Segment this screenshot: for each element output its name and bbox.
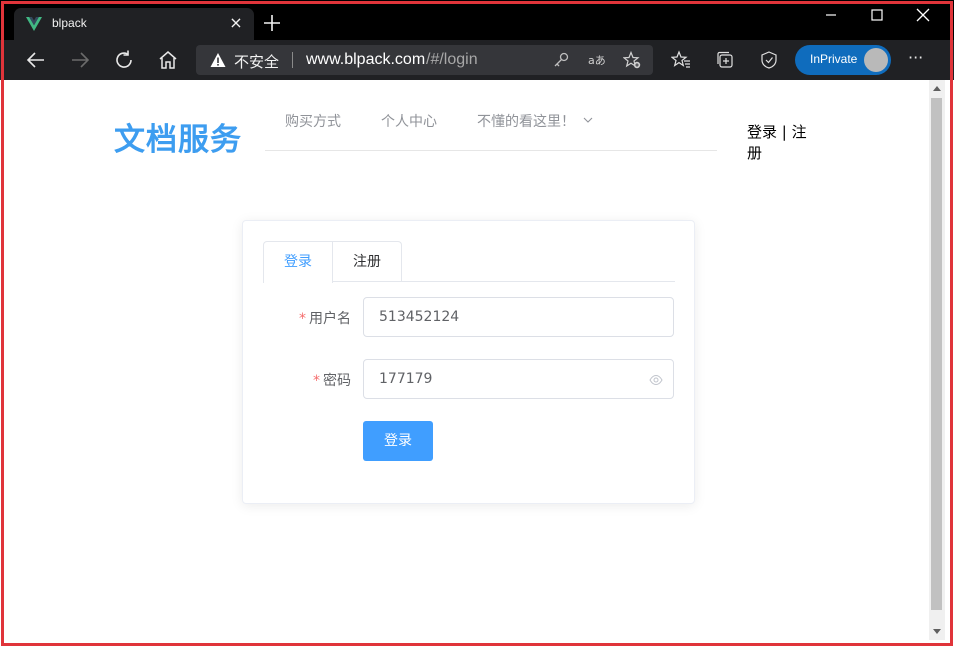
minimize-icon[interactable] (816, 4, 846, 28)
maximize-icon[interactable] (862, 4, 892, 28)
address-divider (292, 52, 293, 68)
auth-links[interactable]: 登录 | 注册 (747, 122, 817, 164)
browser-tab[interactable]: blpack × (14, 8, 254, 40)
show-password-eye-icon[interactable] (649, 374, 663, 386)
tab-close-icon[interactable]: × (227, 14, 245, 32)
url-host: www.blpack.com (306, 51, 426, 68)
inprivate-button[interactable]: InPrivate (795, 45, 891, 75)
refresh-icon[interactable] (112, 48, 136, 72)
key-icon[interactable] (552, 51, 570, 69)
profile-avatar (864, 48, 888, 72)
page-scrollbar[interactable] (929, 80, 945, 640)
collections-icon[interactable] (715, 50, 735, 70)
nav-item-help[interactable]: 不懂的看这里！ (477, 111, 575, 131)
password-value: 177179 (379, 371, 433, 387)
username-label-text: 用户名 (309, 311, 351, 327)
svg-text:aあ: aあ (588, 54, 605, 67)
username-value: 513452124 (379, 309, 460, 325)
home-icon[interactable] (156, 48, 180, 72)
add-favorite-icon[interactable] (623, 51, 641, 69)
forward-icon[interactable] (68, 48, 92, 72)
login-submit-button[interactable]: 登录 (363, 421, 433, 461)
security-label[interactable]: 不安全 (234, 51, 279, 72)
address-bar[interactable]: 不安全 www.blpack.com /#/login aあ (196, 45, 653, 75)
required-mark: * (313, 373, 320, 389)
nav-item-purchase[interactable]: 购买方式 (285, 111, 341, 131)
window-close-icon[interactable] (908, 4, 938, 28)
login-card: 登录 注册 * 用户名 513452124 * 密码 177179 登录 (242, 220, 695, 504)
username-input[interactable]: 513452124 (363, 297, 674, 337)
scroll-up-icon[interactable] (932, 84, 942, 94)
required-mark: * (299, 311, 306, 327)
inprivate-label: InPrivate (810, 52, 858, 66)
tab-title: blpack (52, 16, 87, 30)
vue-logo-icon (26, 17, 42, 31)
back-icon[interactable] (24, 48, 48, 72)
more-icon[interactable]: ··· (908, 48, 923, 67)
background-window-sliver (0, 80, 8, 220)
tab-register[interactable]: 注册 (332, 241, 402, 282)
new-tab-icon[interactable] (262, 13, 282, 33)
url-path: /#/login (426, 51, 478, 68)
nav-item-personal-center[interactable]: 个人中心 (381, 111, 437, 131)
username-label: * 用户名 (299, 308, 351, 328)
chevron-down-icon[interactable] (583, 115, 593, 125)
site-logo[interactable]: 文档服务 (114, 114, 242, 159)
browser-titlebar: blpack × (0, 0, 954, 40)
scrollbar-thumb[interactable] (931, 98, 942, 610)
tab-login[interactable]: 登录 (263, 241, 333, 283)
warning-icon (210, 53, 226, 67)
password-label-text: 密码 (323, 373, 351, 389)
scroll-down-icon[interactable] (932, 626, 942, 636)
favorites-icon[interactable] (671, 50, 691, 70)
browser-essentials-icon[interactable] (759, 50, 779, 70)
login-tabs: 登录 注册 (263, 241, 675, 283)
top-navigation: 购买方式 个人中心 不懂的看这里！ (265, 100, 717, 151)
browser-toolbar: 不安全 www.blpack.com /#/login aあ InPrivate (0, 40, 954, 80)
password-input[interactable]: 177179 (363, 359, 674, 399)
password-label: * 密码 (313, 370, 351, 390)
read-aloud-icon[interactable]: aあ (587, 51, 605, 69)
